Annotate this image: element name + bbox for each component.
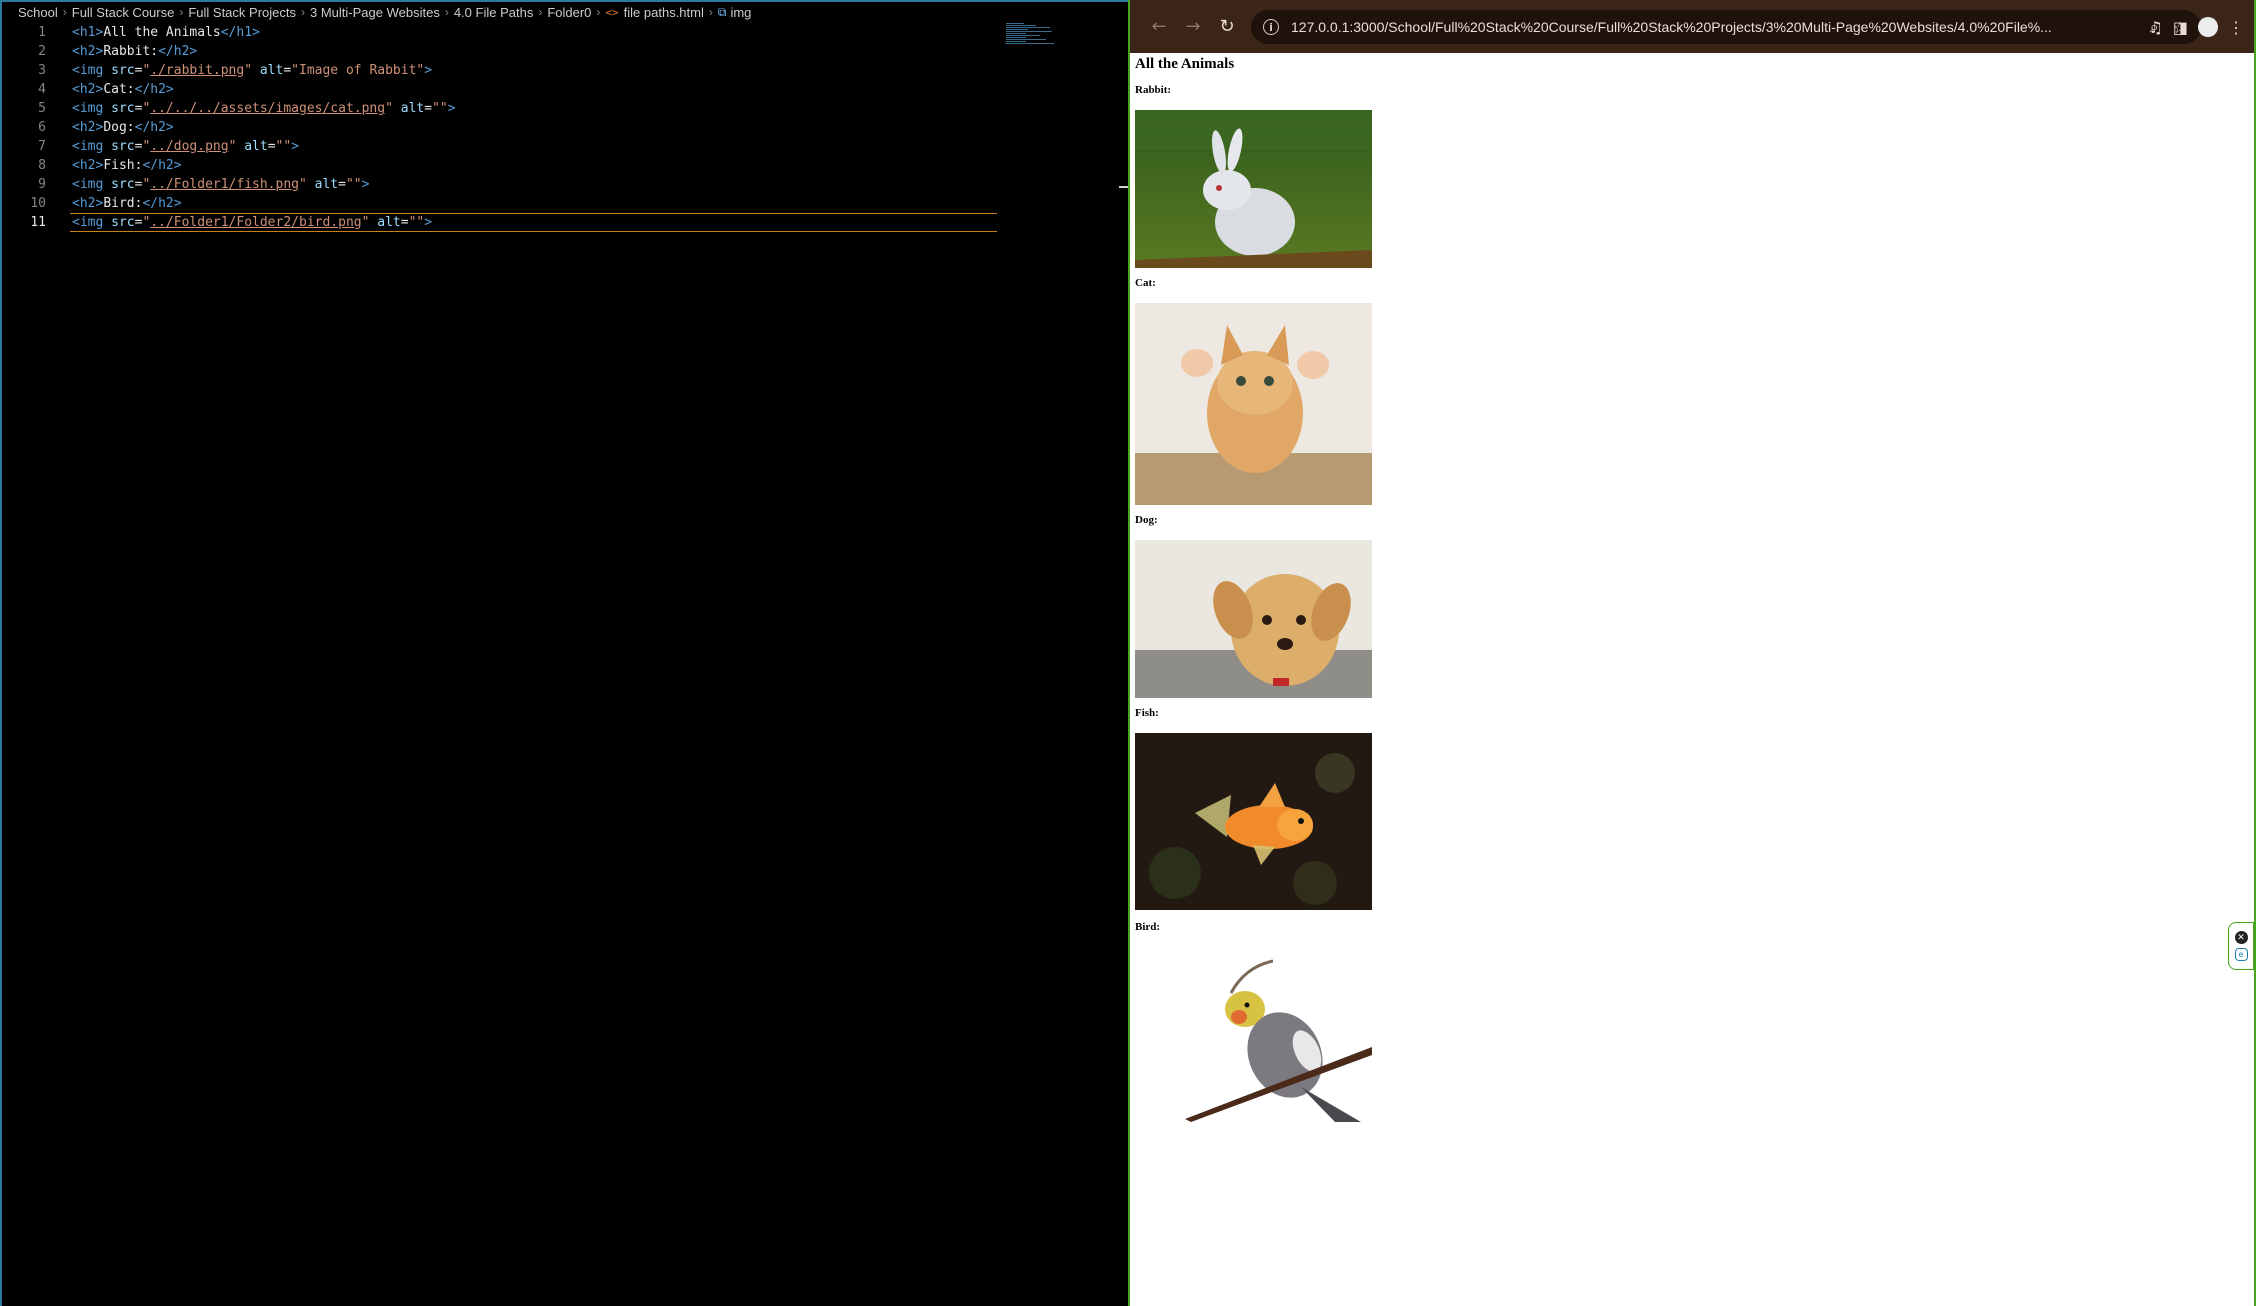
code-line[interactable]: 4 <h2>Cat:</h2> [2,80,1002,99]
line-number: 8 [38,158,46,173]
code-text[interactable]: <h2>Fish:</h2> [72,156,182,175]
code-text[interactable]: <img src="../dog.png" alt=""> [72,137,299,156]
browser-toolbar: ← → ↻ i 127.0.0.1:3000/School/Full%20Sta… [1130,0,2254,53]
breadcrumb-school[interactable]: School [18,5,58,20]
menu-icon[interactable]: ⋮ [2228,18,2244,37]
rabbit-heading: Rabbit: [1135,84,1172,96]
code-line[interactable]: 9 <img src="../Folder1/fish.png" alt=""> [2,175,1002,194]
extension-app-icon[interactable]: e [2234,948,2248,961]
breadcrumb-symbol[interactable]: img [730,5,751,20]
element-symbol-icon: ⧉ [717,4,727,19]
line-number: 1 [38,25,46,40]
code-text[interactable]: <h1>All the Animals</h1> [72,23,260,42]
chevron-right-icon: › [444,5,449,19]
dog-image [1135,540,1372,698]
close-icon[interactable]: ✕ [2234,931,2248,944]
line-number: 2 [38,44,46,59]
code-line[interactable]: 2 <h2>Rabbit:</h2> [2,42,1002,61]
line-number: 5 [38,101,46,116]
web-page-content: All the Animals Rabbit: Cat: Dog: Fish: … [1135,53,2245,1306]
code-text[interactable]: <img src="../../../assets/images/cat.png… [72,99,456,118]
line-number: 11 [30,215,46,230]
line-number: 4 [38,82,46,97]
breadcrumb-multi-page-websites[interactable]: 3 Multi-Page Websites [310,5,440,20]
line-number: 10 [30,196,46,211]
code-text[interactable]: <img src="./rabbit.png" alt="Image of Ra… [72,61,432,80]
address-bar[interactable]: i 127.0.0.1:3000/School/Full%20Stack%20C… [1251,10,2201,44]
reload-icon[interactable]: ↻ [1210,10,1244,44]
cat-image [1135,303,1372,505]
line-number: 9 [38,177,46,192]
html-file-icon: <> [605,5,619,19]
line-number: 7 [38,139,46,154]
back-icon[interactable]: ← [1142,10,1176,44]
fish-heading: Fish: [1135,707,1159,719]
info-icon[interactable]: i [1263,19,1279,35]
bird-image [1135,947,1372,1122]
page-title: All the Animals [1135,56,1235,72]
breadcrumb-file[interactable]: file paths.html [624,5,704,20]
breadcrumb-full-stack-course[interactable]: Full Stack Course [72,5,175,20]
code-line[interactable]: 10 <h2>Bird:</h2> [2,194,1002,213]
code-line[interactable]: 11 <img src="../Folder1/Folder2/bird.png"… [2,213,1002,232]
dog-heading: Dog: [1135,514,1158,526]
line-number: 6 [38,120,46,135]
code-text[interactable]: <h2>Bird:</h2> [72,194,182,213]
forward-icon[interactable]: → [1176,10,1210,44]
code-line[interactable]: 3 <img src="./rabbit.png" alt="Image of R… [2,61,1002,80]
code-line[interactable]: 5 <img src="../../../assets/images/cat.pn… [2,99,1002,118]
breadcrumb-folder0[interactable]: Folder0 [547,5,591,20]
code-text[interactable]: <h2>Dog:</h2> [72,118,174,137]
line-number: 3 [38,63,46,78]
code-line[interactable]: 7 <img src="../dog.png" alt=""> [2,137,1002,156]
code-text[interactable]: <h2>Rabbit:</h2> [72,42,197,61]
profile-avatar[interactable] [2198,17,2218,37]
chevron-right-icon: › [301,5,305,19]
code-line[interactable]: 6 <h2>Dog:</h2> [2,118,1002,137]
url-text[interactable]: 127.0.0.1:3000/School/Full%20Stack%20Cou… [1291,19,2051,35]
code-line[interactable]: 8 <h2>Fish:</h2> [2,156,1002,175]
chevron-right-icon: › [708,5,713,19]
rabbit-image [1135,110,1372,268]
extension-widget[interactable]: ✕ e [2228,922,2254,970]
chevron-right-icon: › [62,5,67,19]
minimap[interactable] [1006,23,1056,45]
browser-window: ← → ↻ i 127.0.0.1:3000/School/Full%20Sta… [1128,0,2256,1306]
code-text[interactable]: <img src="../Folder1/Folder2/bird.png" a… [69,213,998,232]
code-line[interactable]: 1 <h1>All the Animals</h1> [2,23,1002,42]
side-panel-icon[interactable]: ◨ [2173,18,2188,37]
breadcrumb: School › Full Stack Course › Full Stack … [18,2,751,22]
chevron-right-icon: › [538,5,543,19]
code-area[interactable]: 1 <h1>All the Animals</h1> 2 <h2>Rabbit:</h… [2,23,1002,232]
chevron-right-icon: › [596,5,601,19]
cat-heading: Cat: [1135,277,1156,289]
fish-image [1135,733,1372,910]
breadcrumb-file-paths-folder[interactable]: 4.0 File Paths [454,5,534,20]
code-text[interactable]: <h2>Cat:</h2> [72,80,174,99]
chevron-right-icon: › [179,5,184,19]
media-controls-icon[interactable]: ♫ [2149,18,2163,37]
code-editor-pane[interactable]: School › Full Stack Course › Full Stack … [0,0,1130,1306]
breadcrumb-full-stack-projects[interactable]: Full Stack Projects [188,5,296,20]
code-text[interactable]: <img src="../Folder1/fish.png" alt=""> [72,175,369,194]
bird-heading: Bird: [1135,921,1161,933]
